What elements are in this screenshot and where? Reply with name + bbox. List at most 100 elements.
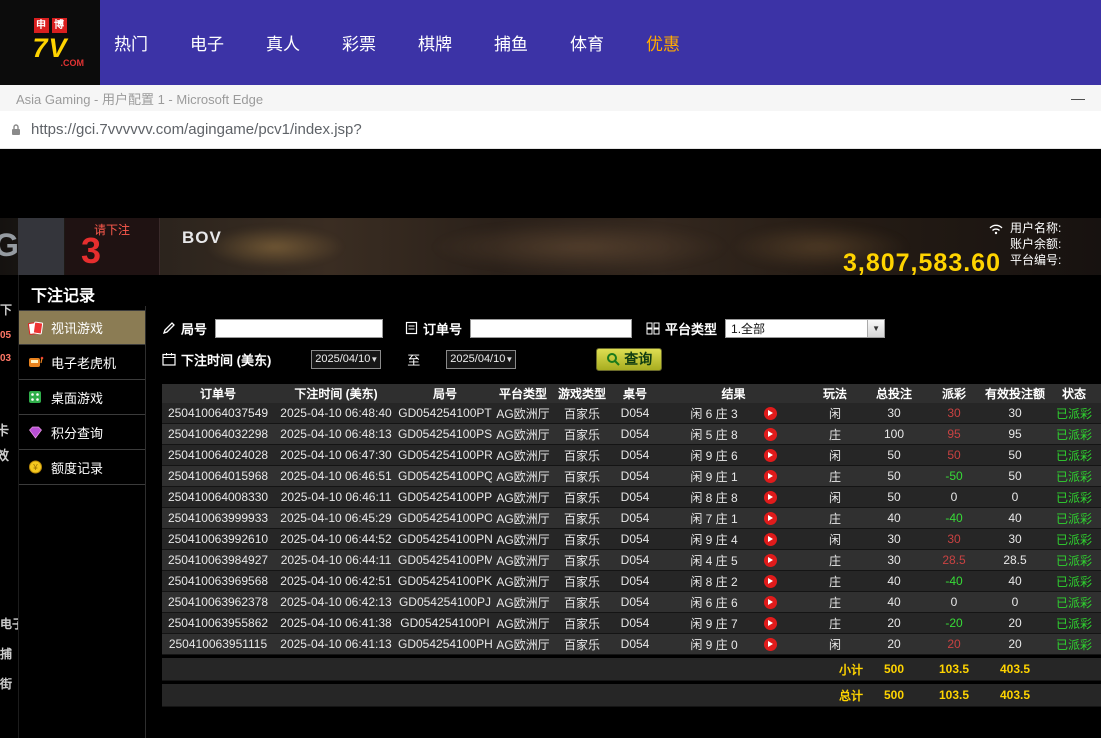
payout-value: 30 — [925, 406, 983, 420]
replay-button[interactable] — [764, 449, 777, 462]
play-icon — [768, 452, 773, 458]
nav-item-2[interactable]: 电子 — [190, 30, 224, 55]
result-text: 闲 9 庄 6 — [690, 447, 737, 464]
bet-time: 2025-04-10 06:46:11 — [274, 490, 398, 504]
total-bet: 40 — [863, 595, 925, 609]
sidebar-item-2[interactable]: 电子老虎机 — [19, 345, 145, 380]
replay-button[interactable] — [764, 617, 777, 630]
replay-button[interactable] — [764, 596, 777, 609]
table-row: 2504100640240282025-04-10 06:47:30GD0542… — [162, 445, 1101, 466]
summary-label: 总计 — [807, 687, 863, 704]
play-icon — [768, 557, 773, 563]
order-no: 250410063955862 — [162, 616, 274, 630]
url-text[interactable]: https://gci.7vvvvvv.com/agingame/pcv1/in… — [31, 121, 362, 138]
replay-button[interactable] — [764, 533, 777, 546]
table-row: 2504100640159682025-04-10 06:46:51GD0542… — [162, 466, 1101, 487]
valid-bet: 0 — [983, 490, 1047, 504]
col-header-5: 游戏类型 — [554, 385, 610, 402]
svg-text:¥: ¥ — [32, 463, 38, 472]
platform-id-label: 平台编号: — [1010, 252, 1061, 268]
replay-button[interactable] — [764, 428, 777, 441]
round-input[interactable] — [215, 319, 383, 338]
order-no: 250410063951115 — [162, 637, 274, 651]
valid-bet: 30 — [983, 406, 1047, 420]
platform-type: AG欧洲厅 — [492, 426, 554, 443]
replay-button[interactable] — [764, 491, 777, 504]
play-icon — [768, 599, 773, 605]
summary-valid-bet: 403.5 — [983, 688, 1047, 702]
valid-bet: 50 — [983, 448, 1047, 462]
video-blur-decoration — [430, 222, 730, 272]
platform-select[interactable]: 1.全部 ▼ — [725, 319, 885, 338]
site-logo[interactable]: 申 博 7V .COM — [0, 0, 100, 85]
bet-time: 2025-04-10 06:48:13 — [274, 427, 398, 441]
summary-valid-bet: 403.5 — [983, 662, 1047, 676]
nav-item-7[interactable]: 体育 — [570, 30, 604, 55]
replay-button[interactable] — [764, 470, 777, 483]
platform-type: AG欧洲厅 — [492, 615, 554, 632]
platform-type: AG欧洲厅 — [492, 552, 554, 569]
game-video-strip: 请下注 3 BOV 3,807,583.60 用户名称: 账户余额: 平台编号: — [0, 218, 1101, 275]
nav-item-4[interactable]: 彩票 — [342, 30, 376, 55]
sidebar-item-1[interactable]: 视讯游戏 — [19, 310, 145, 345]
order-input[interactable] — [470, 319, 632, 338]
play-icon — [768, 494, 773, 500]
total-bet: 40 — [863, 574, 925, 588]
round-no: GD054254100PK — [398, 574, 492, 588]
col-header-7: 结果 — [660, 385, 807, 402]
sidebar-item-5[interactable]: ¥额度记录 — [19, 450, 145, 485]
nav-item-5[interactable]: 棋牌 — [418, 30, 452, 55]
result-cell: 闲 5 庄 8 — [660, 426, 807, 443]
screen: 申 博 7V .COM 热门电子真人彩票棋牌捕鱼体育优惠 Asia Gaming… — [0, 0, 1101, 738]
date-from-value: 2025/04/10 — [315, 353, 370, 365]
nav-item-1[interactable]: 热门 — [114, 30, 148, 55]
search-button[interactable]: 查询 — [596, 348, 662, 371]
table-no: D054 — [610, 553, 660, 567]
sidebar-item-3[interactable]: 桌面游戏 — [19, 380, 145, 415]
calendar-icon — [162, 352, 176, 366]
filter-row-2: 下注时间 (美东) 2025/04/10 ▼ 至 2025/04/10 ▼ — [162, 346, 1101, 372]
valid-bet: 50 — [983, 469, 1047, 483]
address-bar: https://gci.7vvvvvv.com/agingame/pcv1/in… — [0, 111, 1101, 149]
gem-icon — [27, 424, 44, 440]
replay-button[interactable] — [764, 638, 777, 651]
platform-type: AG欧洲厅 — [492, 510, 554, 527]
minimize-button[interactable]: — — [1071, 90, 1085, 106]
play-icon — [768, 473, 773, 479]
replay-button[interactable] — [764, 512, 777, 525]
total-bet: 20 — [863, 637, 925, 651]
nav-item-8[interactable]: 优惠 — [646, 30, 680, 55]
round-label-text: 局号 — [181, 319, 207, 338]
summary-label: 小计 — [807, 661, 863, 678]
table-body: 2504100640375492025-04-10 06:48:40GD0542… — [162, 403, 1101, 655]
replay-button[interactable] — [764, 554, 777, 567]
edge-fragment: 03 — [0, 354, 11, 364]
status-badge: 已派彩 — [1047, 594, 1101, 611]
slot-icon — [27, 354, 44, 370]
platform-type: AG欧洲厅 — [492, 531, 554, 548]
replay-button[interactable] — [764, 407, 777, 420]
table-header: 订单号下注时间 (美东)局号平台类型游戏类型桌号结果玩法总投注派彩有效投注额状态 — [162, 384, 1101, 403]
result-text: 闲 9 庄 7 — [690, 615, 737, 632]
replay-button[interactable] — [764, 575, 777, 588]
status-badge: 已派彩 — [1047, 426, 1101, 443]
table-row: 2504100639695682025-04-10 06:42:51GD0542… — [162, 571, 1101, 592]
sidebar-item-4[interactable]: 积分查询 — [19, 415, 145, 450]
round-no: GD054254100PS — [398, 427, 492, 441]
date-to-select[interactable]: 2025/04/10 ▼ — [446, 350, 516, 369]
bet-records-table: 订单号下注时间 (美东)局号平台类型游戏类型桌号结果玩法总投注派彩有效投注额状态… — [162, 384, 1101, 707]
document-icon — [405, 321, 418, 335]
play-type: 庄 — [807, 594, 863, 611]
table-no: D054 — [610, 511, 660, 525]
order-no: 250410063984927 — [162, 553, 274, 567]
date-from-select[interactable]: 2025/04/10 ▼ — [311, 350, 381, 369]
total-bet: 30 — [863, 532, 925, 546]
nav-item-3[interactable]: 真人 — [266, 30, 300, 55]
security-lock-icon[interactable] — [10, 123, 22, 137]
table-no: D054 — [610, 595, 660, 609]
nav-item-6[interactable]: 捕鱼 — [494, 30, 528, 55]
payout-value: -20 — [925, 616, 983, 630]
total-bet: 30 — [863, 553, 925, 567]
status-badge: 已派彩 — [1047, 636, 1101, 653]
status-badge: 已派彩 — [1047, 468, 1101, 485]
